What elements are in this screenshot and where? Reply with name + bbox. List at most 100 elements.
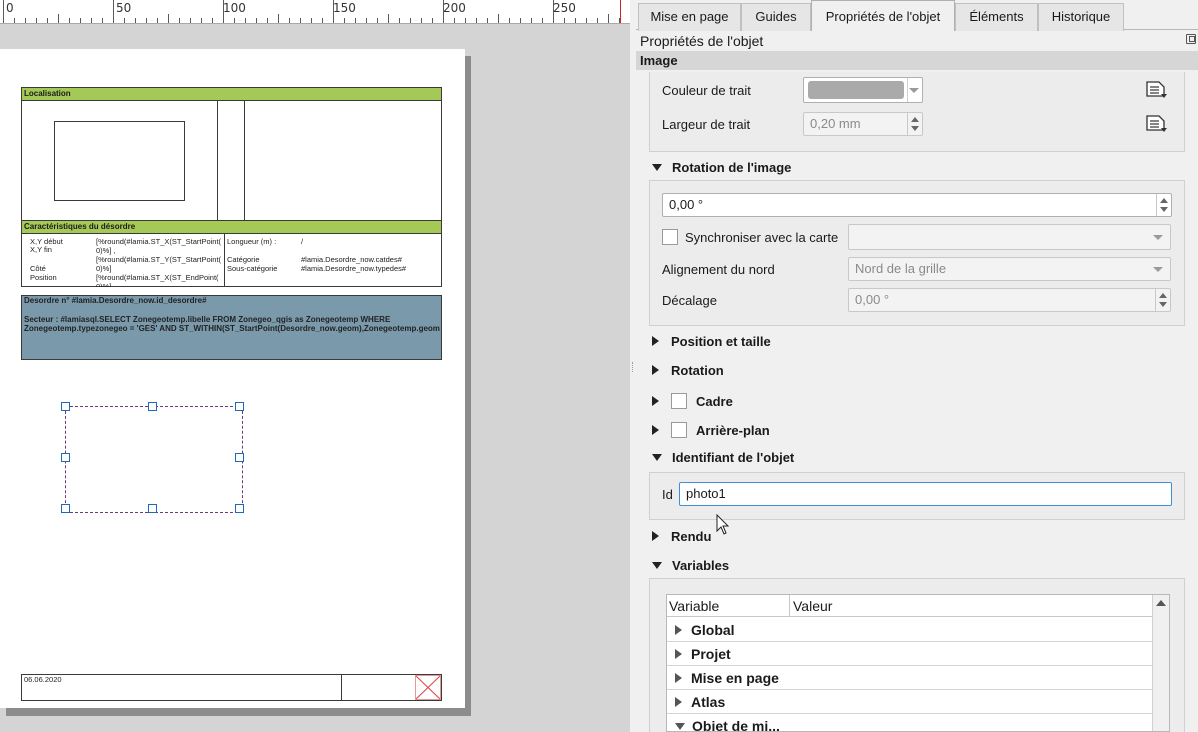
desordre-title-text: Desordre n° #lamia.Desordre_now.id_desor… <box>24 297 207 305</box>
ruler-minor-tick <box>267 18 268 23</box>
tab-mise-en-page[interactable]: Mise en page <box>638 3 741 31</box>
variables-tree[interactable]: Variable Valeur Global Projet Mise en pa… <box>666 594 1170 732</box>
ruler-minor-tick <box>102 18 103 23</box>
ruler-minor-tick <box>300 18 301 23</box>
layout-page[interactable]: Localisation Caractéristiques du désordr… <box>0 49 465 708</box>
ruler-minor-tick <box>234 18 235 23</box>
ruler-minor-tick <box>289 18 290 23</box>
value-longueur: / <box>301 238 304 246</box>
resize-handle-bottom-left[interactable] <box>61 504 70 513</box>
ruler-minor-tick <box>608 14 609 23</box>
section-cadre[interactable]: Cadre <box>652 393 733 409</box>
ruler-label: 200 <box>443 1 466 15</box>
column-variable[interactable]: Variable <box>669 598 719 614</box>
chevron-right-icon <box>675 649 682 659</box>
sync-map-label: Synchroniser avec la carte <box>685 230 839 245</box>
variable-group-label: Global <box>691 622 735 638</box>
section-position-taille[interactable]: Position et taille <box>652 334 771 349</box>
layout-canvas[interactable]: 0 50 100 150 200 250 Localisation Caract… <box>0 0 630 732</box>
ruler-minor-tick <box>575 18 576 23</box>
spinbox-arrows[interactable] <box>907 113 922 135</box>
data-defined-override-icon[interactable] <box>1143 114 1169 134</box>
stroke-width-label: Largeur de trait <box>662 117 751 132</box>
ruler-minor-tick <box>465 18 466 23</box>
resize-handle-top-left[interactable] <box>61 402 70 411</box>
variable-group-label: Objet de mi... <box>692 718 780 732</box>
spinbox-arrows[interactable] <box>1155 289 1170 311</box>
variables-scrollbar[interactable] <box>1152 595 1169 731</box>
cadre-checkbox[interactable] <box>671 393 687 409</box>
section-position-taille-title: Position et taille <box>671 334 771 349</box>
resize-handle-right[interactable] <box>235 453 244 462</box>
arriere-plan-checkbox[interactable] <box>671 422 687 438</box>
sync-map-combobox[interactable] <box>848 224 1171 250</box>
caracteristiques-divider <box>224 233 225 287</box>
caracteristiques-header[interactable]: Caractéristiques du désordre <box>21 220 442 234</box>
ruler-minor-tick <box>190 18 191 23</box>
tab-proprietes-objet[interactable]: Propriétés de l'objet <box>811 0 955 31</box>
section-rotation-image[interactable]: Rotation de l'image <box>652 160 791 175</box>
tab-elements[interactable]: Éléments <box>955 3 1038 31</box>
missing-image-icon <box>415 675 441 700</box>
overview-map-item[interactable] <box>54 121 185 201</box>
tab-guides[interactable]: Guides <box>741 3 811 31</box>
section-rendu[interactable]: Rendu <box>652 529 711 544</box>
resize-handle-top[interactable] <box>148 402 157 411</box>
footer-frame[interactable] <box>21 674 442 701</box>
label-cote: Côté <box>30 265 46 273</box>
section-rotation[interactable]: Rotation <box>652 363 724 378</box>
data-defined-override-icon[interactable] <box>1143 80 1169 100</box>
variable-group-row[interactable]: Mise en page <box>667 666 1153 690</box>
variable-group-row[interactable]: Atlas <box>667 690 1153 714</box>
chevron-right-icon <box>675 625 682 635</box>
section-rotation-title: Rotation <box>671 363 724 378</box>
section-variables[interactable]: Variables <box>652 558 729 573</box>
id-input[interactable]: photo1 <box>679 482 1172 506</box>
section-arriere-plan[interactable]: Arrière-plan <box>652 422 770 438</box>
ruler-minor-tick <box>80 18 81 23</box>
section-identifiant-title: Identifiant de l'objet <box>672 450 795 465</box>
section-cadre-title: Cadre <box>696 394 733 409</box>
stroke-width-spinbox[interactable]: 0,20 mm <box>803 112 923 136</box>
selected-picture-item[interactable] <box>65 406 243 513</box>
ruler-minor-tick <box>454 18 455 23</box>
spinbox-arrows[interactable] <box>1156 194 1171 216</box>
localisation-header[interactable]: Localisation <box>21 87 442 101</box>
offset-label: Décalage <box>662 293 717 308</box>
chevron-right-icon <box>652 531 659 541</box>
horizontal-ruler[interactable]: 0 50 100 150 200 250 <box>0 0 630 24</box>
float-dock-icon[interactable] <box>1186 34 1196 44</box>
ruler-minor-tick <box>245 18 246 23</box>
ruler-minor-tick <box>344 18 345 23</box>
ruler-minor-tick <box>377 18 378 23</box>
chevron-right-icon <box>652 396 659 406</box>
variable-group-row[interactable]: Objet de mi... <box>667 714 1153 732</box>
ruler-label: 150 <box>333 1 356 15</box>
variable-group-row[interactable]: Projet <box>667 642 1153 666</box>
chevron-down-icon <box>652 164 662 171</box>
north-alignment-combobox[interactable]: Nord de la grille <box>848 257 1171 281</box>
resize-handle-left[interactable] <box>61 453 70 462</box>
resize-handle-top-right[interactable] <box>235 402 244 411</box>
sync-map-checkbox[interactable] <box>662 229 678 245</box>
variable-group-row[interactable]: Global <box>667 618 1153 642</box>
column-valeur[interactable]: Valeur <box>793 598 832 614</box>
swatch-divider <box>907 78 908 102</box>
id-input-value: photo1 <box>686 486 726 501</box>
ruler-minor-tick <box>69 18 70 23</box>
resize-handle-bottom-right[interactable] <box>235 504 244 513</box>
variable-group-label: Projet <box>691 646 731 662</box>
ruler-minor-tick <box>212 18 213 23</box>
ruler-minor-tick <box>201 18 202 23</box>
resize-handle-bottom[interactable] <box>148 504 157 513</box>
section-identifiant[interactable]: Identifiant de l'objet <box>652 450 794 465</box>
variable-group-label: Atlas <box>691 694 726 710</box>
ruler-minor-tick <box>47 18 48 23</box>
chevron-right-icon <box>675 673 682 683</box>
image-rotation-spinbox[interactable]: 0,00 ° <box>662 193 1172 217</box>
ruler-tick <box>113 0 114 23</box>
tab-historique[interactable]: Historique <box>1038 3 1124 31</box>
stroke-color-button[interactable] <box>803 77 923 103</box>
ruler-minor-tick <box>399 18 400 23</box>
offset-spinbox[interactable]: 0,00 ° <box>848 288 1171 312</box>
